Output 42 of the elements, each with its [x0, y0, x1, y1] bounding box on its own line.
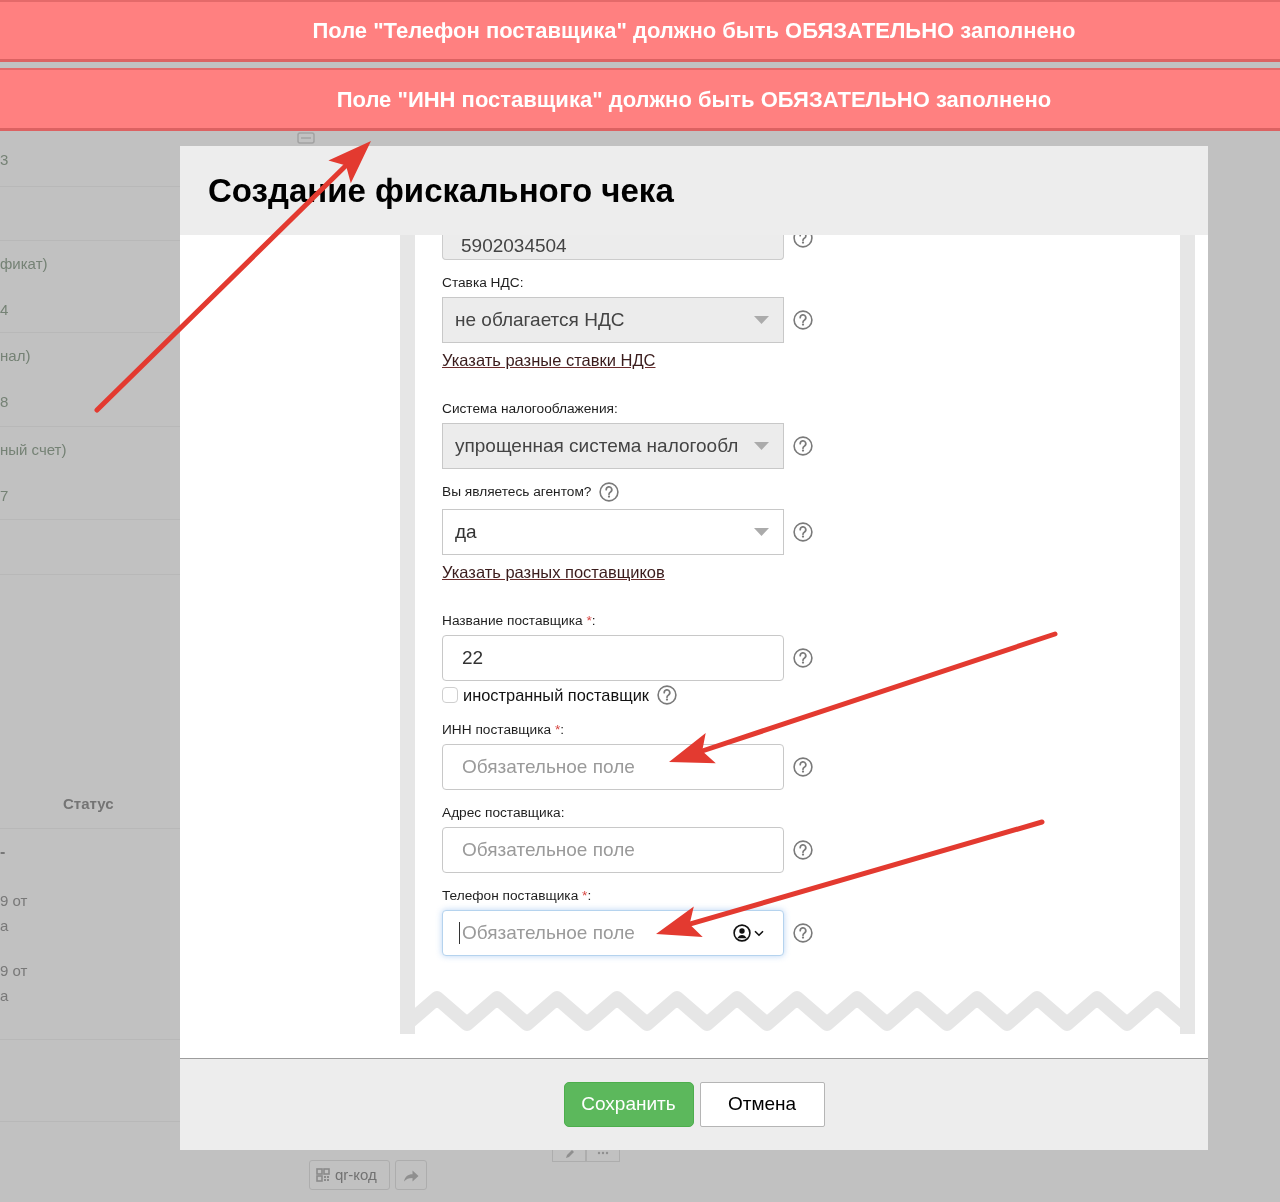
more-icon — [597, 1150, 609, 1156]
cancel-button[interactable]: Отмена — [699, 1082, 825, 1127]
cell-text: 9 от — [0, 891, 29, 911]
caret-icon — [754, 442, 769, 450]
cell-text: ный счет) — [0, 440, 68, 460]
caret-icon — [754, 528, 769, 536]
input-field[interactable]: Обязательное поле — [442, 827, 784, 873]
cell-text: а — [0, 916, 10, 936]
checkbox-label: иностранный поставщик — [463, 685, 649, 705]
qr-code-icon — [316, 1168, 330, 1182]
input-field[interactable]: Обязательное поле — [442, 744, 784, 790]
checkbox[interactable] — [442, 687, 458, 703]
cell-text: нал) — [0, 346, 32, 366]
field-label: Ставка НДС: — [442, 275, 524, 291]
cell-text: а — [0, 986, 10, 1006]
cell-text: 8 — [0, 392, 10, 412]
input-field[interactable]: Обязательное поле — [442, 910, 784, 956]
select-field[interactable]: да — [442, 509, 784, 555]
column-header: Статус — [63, 795, 114, 813]
error-banner: Поле "ИНН поставщика" должно быть ОБЯЗАТЕЛЬНО заполнено — [0, 68, 1280, 131]
caret-icon — [754, 316, 769, 324]
card-icon — [297, 132, 315, 144]
cell-text: фикат) — [0, 254, 49, 274]
cell-text: - — [0, 842, 7, 862]
field-label: Название поставщика *: — [442, 613, 596, 629]
field-label: Вы являетесь агентом? — [442, 484, 592, 500]
link[interactable]: Указать разных поставщиков — [442, 563, 665, 581]
input-field[interactable]: 22 — [442, 635, 784, 681]
cell-text: 9 от — [0, 961, 29, 981]
cell-text: 3 — [0, 150, 10, 170]
field-label: Адрес поставщика: — [442, 805, 565, 821]
text-cursor — [459, 922, 460, 944]
share-arrow-icon — [403, 1168, 419, 1182]
cell-text: 4 — [0, 300, 10, 320]
field-label: Телефон поставщика *: — [442, 888, 592, 904]
edit-button[interactable] — [552, 1150, 586, 1162]
share-button[interactable] — [395, 1160, 427, 1190]
cell-text: 7 — [0, 486, 10, 506]
more-button[interactable] — [586, 1150, 620, 1162]
field-label: Система налогооблажения: — [442, 401, 618, 417]
field-label: ИНН поставщика *: — [442, 722, 565, 738]
error-banner: Поле "Телефон поставщика" должно быть ОБЯЗАТЕЛЬНО заполнено — [0, 0, 1280, 62]
